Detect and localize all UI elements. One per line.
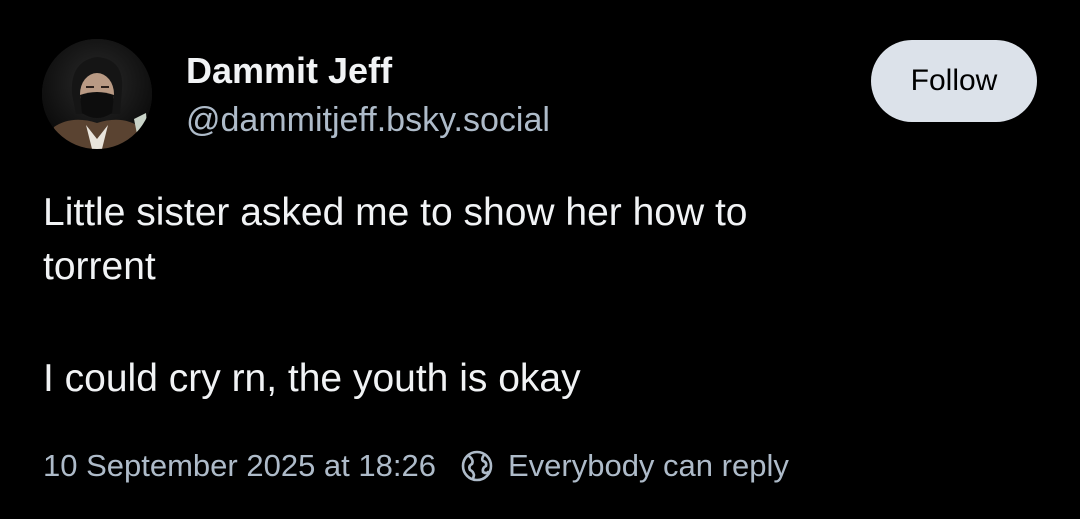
author-display-name[interactable]: Dammit Jeff <box>186 50 392 92</box>
post-card: Dammit Jeff @dammitjeff.bsky.social Foll… <box>0 0 1080 519</box>
post-body: Little sister asked me to show her how t… <box>43 186 1043 406</box>
post-text-line: Little sister asked me to show her how t… <box>43 191 748 234</box>
post-timestamp[interactable]: 10 September 2025 at 18:26 <box>43 448 436 484</box>
reply-setting[interactable]: Everybody can reply <box>508 448 789 484</box>
globe-earth-icon <box>460 449 494 483</box>
post-text-line: I could cry rn, the youth is okay <box>43 357 581 400</box>
post-meta: 10 September 2025 at 18:26 Everybody can… <box>43 445 789 487</box>
follow-button[interactable]: Follow <box>871 40 1037 122</box>
avatar[interactable] <box>42 39 152 149</box>
author-handle[interactable]: @dammitjeff.bsky.social <box>186 100 550 140</box>
post-text-line: torrent <box>43 245 156 288</box>
